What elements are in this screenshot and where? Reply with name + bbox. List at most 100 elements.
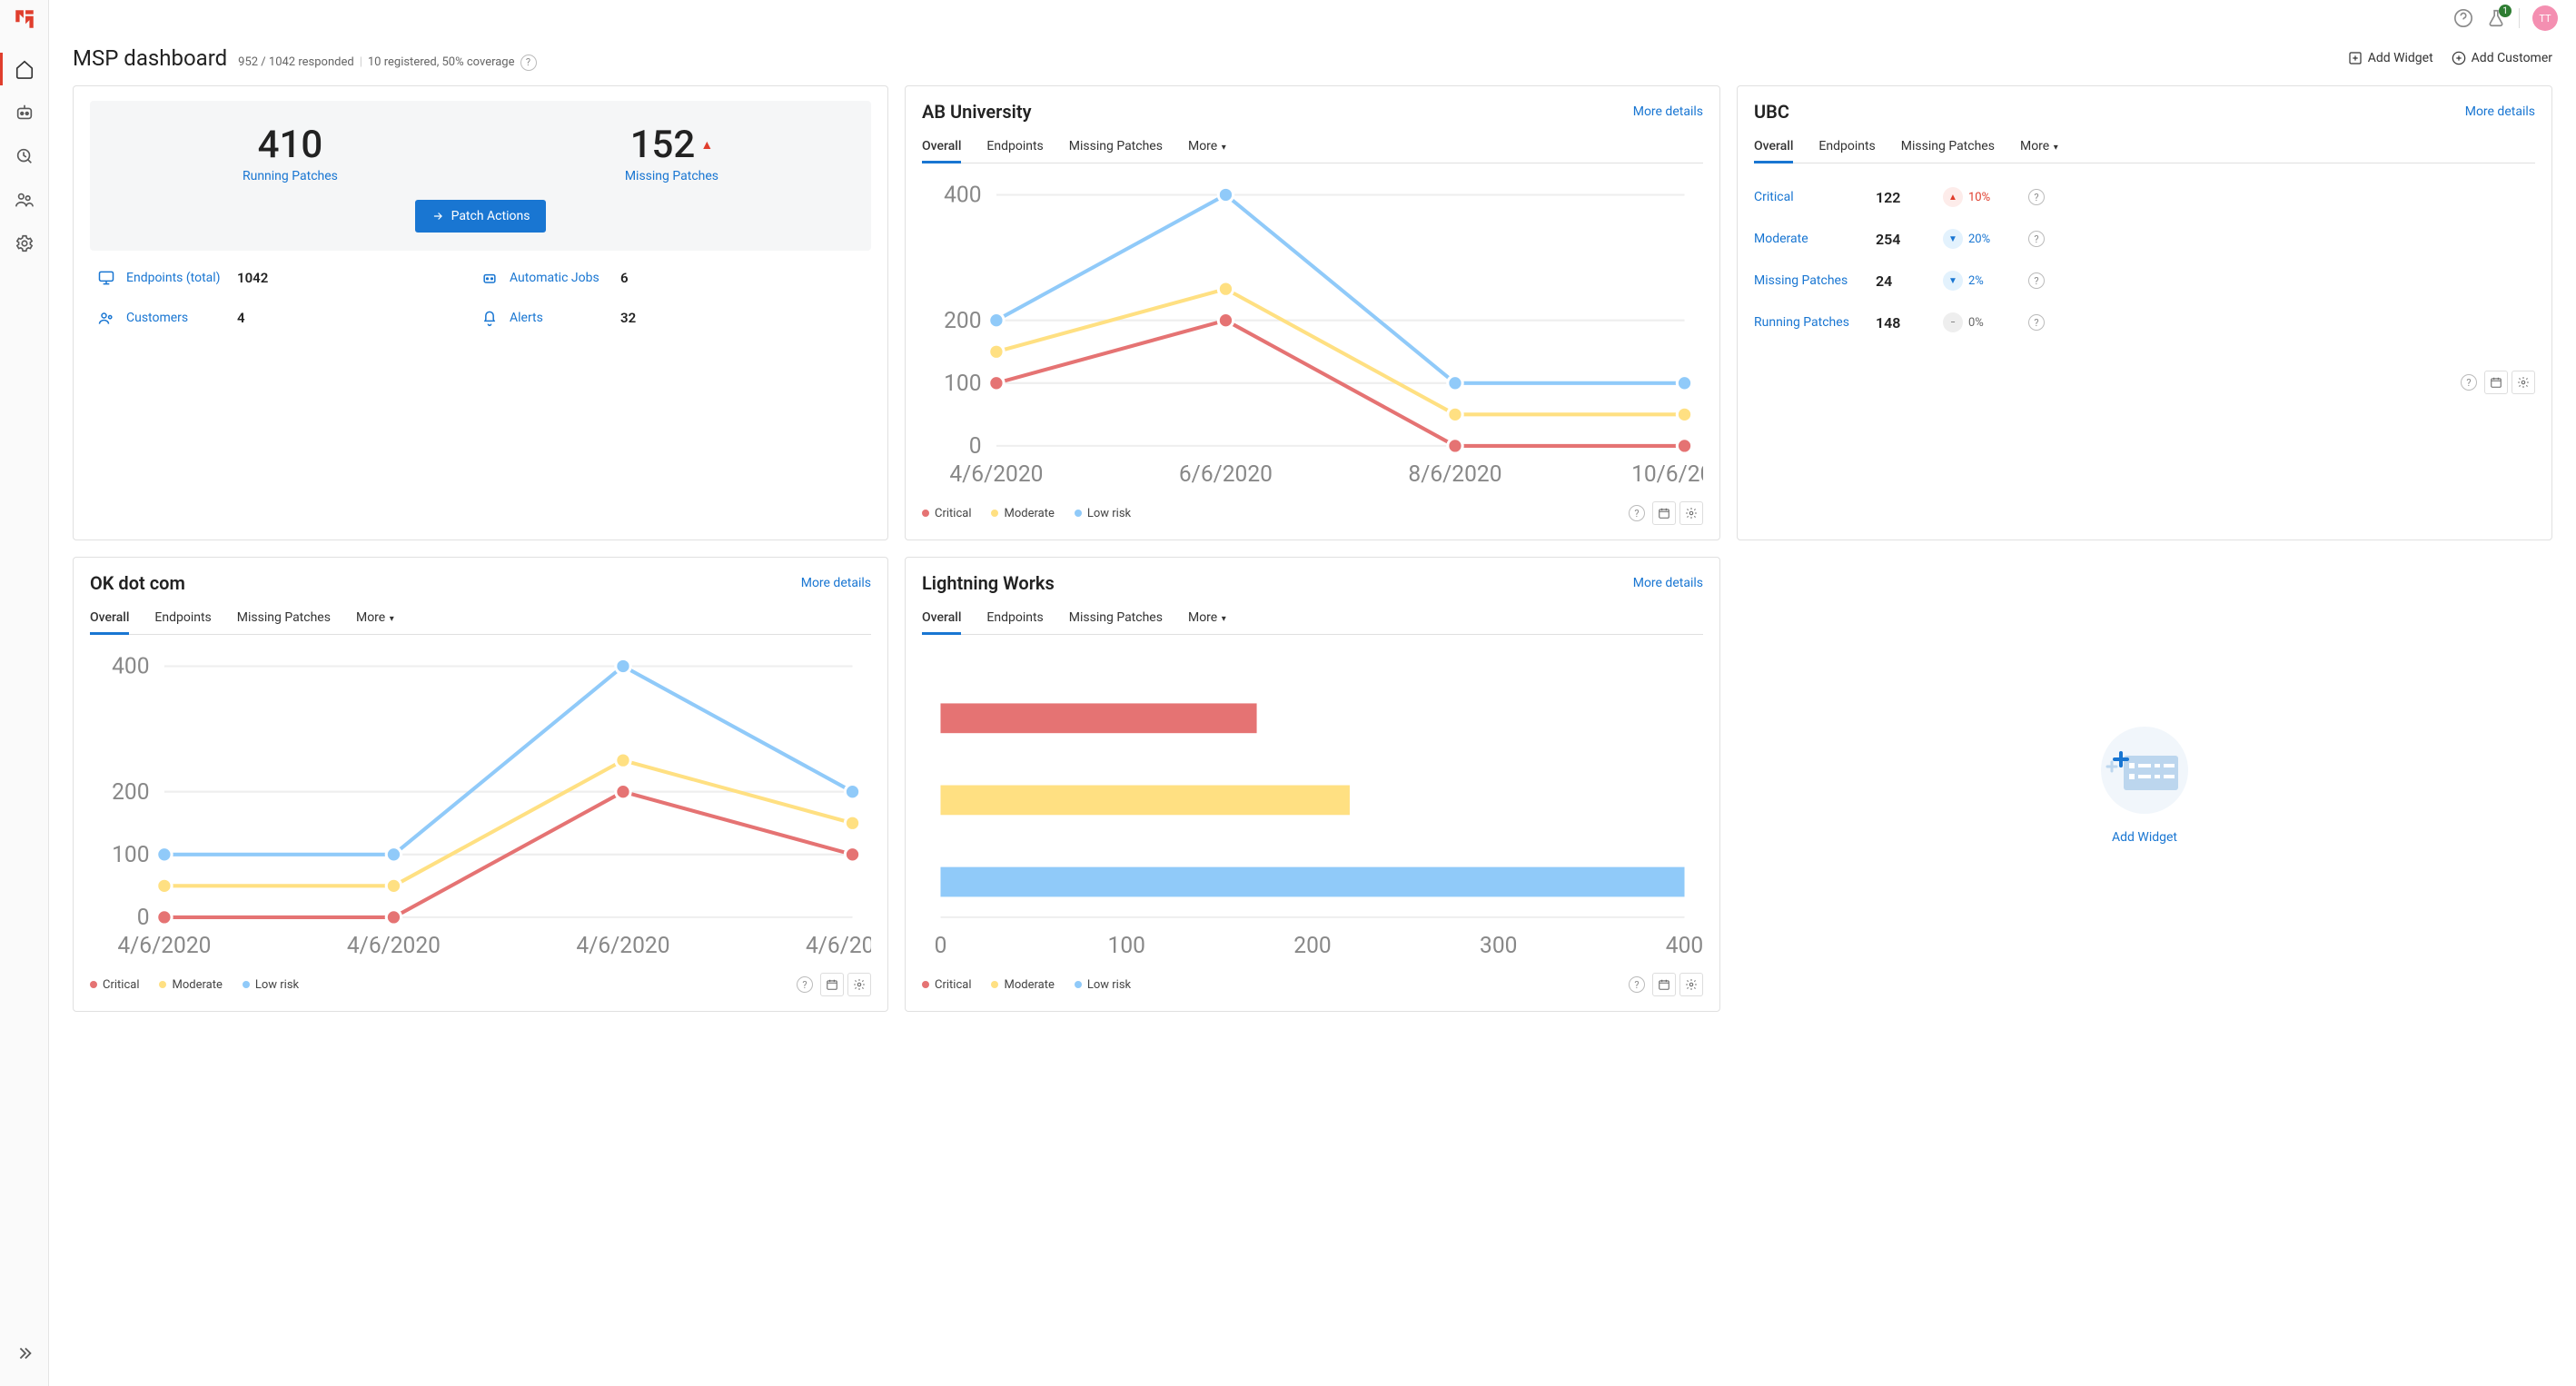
ab-calendar-button[interactable]	[1652, 501, 1676, 525]
patch-actions-button[interactable]: Patch Actions	[415, 200, 547, 233]
ubc-help-icon[interactable]: ?	[2457, 371, 2481, 394]
alerts-label[interactable]: Alerts	[510, 311, 609, 325]
lw-card: Lightning Works More details Overall End…	[905, 557, 1720, 1012]
patch-actions-label: Patch Actions	[451, 209, 530, 223]
chevron-down-icon: ▾	[1219, 143, 1226, 153]
ubc-row-value: 122	[1876, 189, 1930, 206]
legend-moderate: Moderate	[159, 978, 222, 992]
calendar-icon	[2490, 376, 2502, 389]
legend-lowrisk: Low risk	[1075, 978, 1131, 992]
jobs-value: 6	[620, 270, 629, 286]
ok-settings-button[interactable]	[847, 973, 871, 996]
ok-more-details[interactable]: More details	[801, 576, 871, 590]
lw-tab-overall[interactable]: Overall	[922, 603, 961, 634]
ubc-row-value: 24	[1876, 272, 1930, 290]
help-button[interactable]	[2453, 8, 2473, 28]
ubc-row-help-icon[interactable]: ?	[2028, 272, 2045, 289]
customers-label[interactable]: Customers	[126, 311, 226, 325]
gear-small-icon	[1685, 978, 1698, 991]
ubc-tab-missing[interactable]: Missing Patches	[1901, 132, 1995, 163]
ab-tab-overall[interactable]: Overall	[922, 132, 961, 163]
missing-patches-value: 152	[630, 123, 696, 167]
running-patches-value: 410	[243, 123, 338, 167]
chevron-down-icon: ▾	[1219, 614, 1226, 624]
nav-home[interactable]	[0, 47, 49, 91]
user-avatar[interactable]: TT	[2532, 5, 2558, 31]
people-small-icon	[97, 309, 115, 327]
svg-text:4/6/2020: 4/6/2020	[576, 932, 669, 958]
ubc-row-label[interactable]: Running Patches	[1754, 315, 1863, 330]
svg-text:100: 100	[1108, 932, 1145, 958]
ubc-tab-endpoints[interactable]: Endpoints	[1818, 132, 1875, 163]
trend-up-icon: ▲	[700, 137, 713, 153]
ok-calendar-button[interactable]	[820, 973, 844, 996]
lw-more-details[interactable]: More details	[1633, 576, 1703, 590]
svg-text:0: 0	[969, 432, 982, 459]
svg-text:4/6/2020: 4/6/2020	[806, 932, 871, 958]
legend-critical: Critical	[90, 978, 139, 992]
nav-patches[interactable]	[0, 134, 49, 178]
missing-patches-stat: 152▲ Missing Patches	[625, 123, 718, 183]
missing-patches-label[interactable]: Missing Patches	[625, 169, 718, 183]
plus-circle-icon	[2452, 51, 2466, 65]
add-customer-label: Add Customer	[2472, 51, 2552, 65]
nav-expand[interactable]	[0, 1332, 49, 1375]
chevron-right-double-icon	[15, 1343, 35, 1363]
ab-tab-missing[interactable]: Missing Patches	[1069, 132, 1163, 163]
running-patches-label[interactable]: Running Patches	[243, 169, 338, 183]
ab-tab-more[interactable]: More ▾	[1188, 132, 1226, 163]
ubc-row-help-icon[interactable]: ?	[2028, 314, 2045, 331]
ok-tab-missing[interactable]: Missing Patches	[237, 603, 331, 634]
ubc-row-help-icon[interactable]: ?	[2028, 189, 2045, 205]
add-widget-card[interactable]: Add Widget	[1737, 557, 2552, 1012]
ubc-row-trend: ▼ 20%	[1943, 229, 2016, 249]
chevron-down-icon: ▾	[2051, 143, 2058, 153]
topbar: 1 TT	[49, 0, 2576, 36]
ok-tab-endpoints[interactable]: Endpoints	[154, 603, 211, 634]
lw-calendar-button[interactable]	[1652, 973, 1676, 996]
nav-robot[interactable]	[0, 91, 49, 134]
ok-help-icon[interactable]: ?	[793, 973, 817, 996]
ubc-row-label[interactable]: Moderate	[1754, 232, 1863, 246]
coverage-help-icon[interactable]: ?	[520, 54, 537, 71]
jobs-label[interactable]: Automatic Jobs	[510, 271, 609, 285]
ubc-row-label[interactable]: Critical	[1754, 190, 1863, 204]
lw-settings-button[interactable]	[1679, 973, 1703, 996]
ubc-row-value: 148	[1876, 314, 1930, 332]
ubc-card: UBC More details Overall Endpoints Missi…	[1737, 85, 2552, 540]
ubc-row-0: Critical 122 ▲ 10% ?	[1754, 176, 2535, 218]
svg-text:6/6/2020: 6/6/2020	[1179, 460, 1273, 487]
trend-down-icon: ▼	[1943, 271, 1963, 291]
lw-tab-more[interactable]: More ▾	[1188, 603, 1226, 634]
lw-tab-missing[interactable]: Missing Patches	[1069, 603, 1163, 634]
ubc-more-details[interactable]: More details	[2465, 104, 2535, 119]
ubc-tab-more[interactable]: More ▾	[2020, 132, 2058, 163]
nav-customers[interactable]	[0, 178, 49, 222]
nav-settings[interactable]	[0, 222, 49, 265]
labs-button[interactable]: 1	[2486, 8, 2506, 28]
lw-help-icon[interactable]: ?	[1625, 973, 1649, 996]
ok-tab-more[interactable]: More ▾	[356, 603, 394, 634]
ubc-tab-overall[interactable]: Overall	[1754, 132, 1793, 163]
ubc-row-trend: ▲ 10%	[1943, 187, 2016, 207]
add-widget-button[interactable]: Add Widget	[2348, 51, 2433, 65]
add-customer-button[interactable]: Add Customer	[2452, 51, 2552, 65]
ubc-calendar-button[interactable]	[2484, 371, 2508, 394]
topbar-divider	[2519, 8, 2520, 28]
ab-help-icon[interactable]: ?	[1625, 501, 1649, 525]
ab-tab-endpoints[interactable]: Endpoints	[986, 132, 1043, 163]
add-widget-link[interactable]: Add Widget	[2112, 830, 2177, 845]
svg-text:200: 200	[944, 307, 981, 333]
ubc-settings-button[interactable]	[2512, 371, 2535, 394]
ab-settings-button[interactable]	[1679, 501, 1703, 525]
ab-more-details[interactable]: More details	[1633, 104, 1703, 119]
ab-title: AB University	[922, 101, 1032, 123]
endpoints-label[interactable]: Endpoints (total)	[126, 271, 226, 285]
svg-text:4/6/2020: 4/6/2020	[347, 932, 441, 958]
ubc-row-help-icon[interactable]: ?	[2028, 231, 2045, 247]
lw-tab-endpoints[interactable]: Endpoints	[986, 603, 1043, 634]
ok-tab-overall[interactable]: Overall	[90, 603, 129, 634]
legend-critical: Critical	[922, 507, 971, 520]
home-icon	[15, 59, 35, 79]
ubc-row-label[interactable]: Missing Patches	[1754, 273, 1863, 288]
